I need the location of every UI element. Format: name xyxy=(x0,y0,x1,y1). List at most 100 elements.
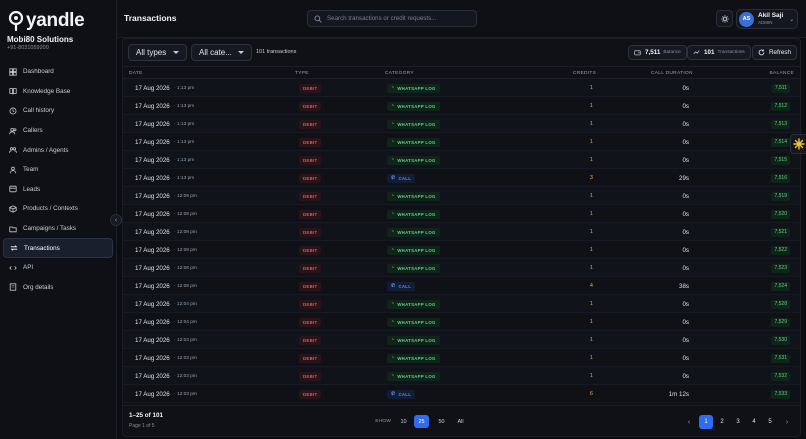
row-call-duration: 0s xyxy=(682,210,689,218)
table-row[interactable]: 17 Aug 2026 · 12:08 pm DEBIT ◔ WHATSAPP LOG 1… xyxy=(123,223,800,241)
type-filter-select[interactable]: All types xyxy=(128,44,187,61)
table-row[interactable]: 17 Aug 2026 · 12:08 pm DEBIT ◔ WHATSAPP LOG 1… xyxy=(123,241,800,259)
sidebar-item-org[interactable]: Org details xyxy=(3,278,113,298)
row-time: · 1:13 pm xyxy=(174,157,195,163)
row-date: 17 Aug 2026 xyxy=(135,156,170,164)
theme-toggle-button[interactable] xyxy=(716,10,733,27)
row-balance: 7,522 xyxy=(771,245,790,255)
chevron-left-icon: ‹ xyxy=(114,216,118,224)
floating-widget-button[interactable] xyxy=(790,134,806,154)
row-call-duration: 0s xyxy=(682,336,689,344)
user-menu[interactable]: AS Akil Saji ADMIN ⌄ xyxy=(736,9,798,29)
users-icon xyxy=(8,126,17,135)
table-row[interactable]: 17 Aug 2026 · 12:04 pm DEBIT ◔ WHATSAPP LOG 1… xyxy=(123,313,800,331)
table-row[interactable]: 17 Aug 2026 · 12:03 pm DEBIT ✆ CALL 6 1m 12s 7,… xyxy=(123,385,800,403)
table-row[interactable]: 17 Aug 2026 · 12:03 pm DEBIT ◔ WHATSAPP LOG 1… xyxy=(123,349,800,367)
row-time: · 12:03 pm xyxy=(174,373,197,379)
type-badge: DEBIT xyxy=(299,371,322,381)
sidebar-collapse-button[interactable]: ‹ xyxy=(110,214,122,226)
sidebar-item-label: Org details xyxy=(23,283,54,291)
row-date: 17 Aug 2026 xyxy=(135,372,170,380)
page-size-10[interactable]: 10 xyxy=(396,415,411,428)
sidebar-item-label: Knowledge Base xyxy=(23,87,71,95)
column-balance[interactable]: BALANCE xyxy=(770,71,795,76)
next-page-button[interactable]: › xyxy=(780,415,794,429)
whatsapp-icon: ◔ xyxy=(391,355,395,361)
sidebar-item-campaigns[interactable]: Campaigns / Tasks xyxy=(3,219,113,239)
page-4-button[interactable]: 4 xyxy=(747,415,761,429)
row-time: · 12:03 pm xyxy=(174,355,197,361)
pagination-page-of: Page 1 of 5 xyxy=(129,423,155,429)
search-input[interactable] xyxy=(327,15,475,22)
refresh-button[interactable]: Refresh xyxy=(752,45,797,60)
table-row[interactable]: 17 Aug 2026 · 1:13 pm DEBIT ◔ WHATSAPP LOG 1 0… xyxy=(123,97,800,115)
row-date: 17 Aug 2026 xyxy=(135,192,170,200)
row-date: 17 Aug 2026 xyxy=(135,390,170,398)
column-type[interactable]: TYPE xyxy=(295,71,309,76)
table-row[interactable]: 17 Aug 2026 · 12:08 pm DEBIT ✆ CALL 4 38s 7,524 xyxy=(123,277,800,295)
box-icon xyxy=(8,204,17,213)
table-row[interactable]: 17 Aug 2026 · 12:03 pm DEBIT ◔ WHATSAPP LOG 1… xyxy=(123,331,800,349)
sidebar-item-api[interactable]: API xyxy=(3,258,113,278)
row-credits: 1 xyxy=(589,265,593,271)
page-size-50[interactable]: 50 xyxy=(434,415,449,428)
sidebar-item-call-history[interactable]: Call history xyxy=(3,101,113,121)
row-date: 17 Aug 2026 xyxy=(135,300,170,308)
table-row[interactable]: 17 Aug 2026 · 1:13 pm DEBIT ✆ CALL 3 29s 7,516 xyxy=(123,169,800,187)
sidebar-item-label: Transactions xyxy=(24,244,60,252)
row-date: 17 Aug 2026 xyxy=(135,228,170,236)
sidebar-item-products[interactable]: Products / Contexts xyxy=(3,199,113,219)
row-time: · 1:13 pm xyxy=(174,139,195,145)
page-3-button[interactable]: 3 xyxy=(731,415,745,429)
whatsapp-icon: ◔ xyxy=(391,139,395,145)
transaction-count: 101 transactions xyxy=(256,49,297,55)
type-badge: DEBIT xyxy=(299,353,322,363)
row-time: · 12:09 pm xyxy=(174,193,197,199)
caret-down-icon xyxy=(238,51,244,54)
org-icon xyxy=(8,283,17,292)
table-row[interactable]: 17 Aug 2026 · 12:04 pm DEBIT ◔ WHATSAPP LOG 1… xyxy=(123,295,800,313)
page-size-25[interactable]: 25 xyxy=(414,415,429,428)
page-5-button[interactable]: 5 xyxy=(763,415,777,429)
column-credits[interactable]: CREDITS xyxy=(573,71,596,76)
table-row[interactable]: 17 Aug 2026 · 12:08 pm DEBIT ◔ WHATSAPP LOG 1… xyxy=(123,259,800,277)
sidebar-item-callers[interactable]: Callers xyxy=(3,121,113,141)
category-label: WHATSAPP LOG xyxy=(397,193,436,199)
phone-icon: ✆ xyxy=(391,283,396,289)
phone-icon: ✆ xyxy=(391,391,396,397)
table-row[interactable]: 17 Aug 2026 · 1:13 pm DEBIT ◔ WHATSAPP LOG 1 0… xyxy=(123,133,800,151)
category-filter-select[interactable]: All cate... xyxy=(191,44,252,61)
sidebar-item-leads[interactable]: Leads xyxy=(3,180,113,200)
sidebar-item-dashboard[interactable]: Dashboard xyxy=(3,62,113,82)
column-call-duration[interactable]: CALL DURATION xyxy=(651,71,693,76)
prev-page-button[interactable]: ‹ xyxy=(682,415,696,429)
table-row[interactable]: 17 Aug 2026 · 12:03 pm DEBIT ◔ WHATSAPP LOG 1… xyxy=(123,367,800,385)
type-badge: DEBIT xyxy=(299,119,322,129)
sidebar-item-admins[interactable]: Admins / Agents xyxy=(3,140,113,160)
row-balance: 7,523 xyxy=(771,263,790,273)
balance-value: 7,511 xyxy=(645,49,661,56)
table-row[interactable]: 17 Aug 2026 · 1:13 pm DEBIT ◔ WHATSAPP LOG 1 0… xyxy=(123,115,800,133)
row-time: · 12:08 pm xyxy=(174,247,197,253)
category-badge: ◔ WHATSAPP LOG xyxy=(387,227,440,237)
category-label: WHATSAPP LOG xyxy=(397,337,436,343)
sidebar-item-transactions[interactable]: Transactions xyxy=(3,238,113,258)
table-row[interactable]: 17 Aug 2026 · 12:08 pm DEBIT ◔ WHATSAPP LOG 1… xyxy=(123,205,800,223)
page-size-all[interactable]: All xyxy=(453,415,468,428)
sidebar-item-knowledge[interactable]: Knowledge Base xyxy=(3,82,113,102)
column-date[interactable]: DATE xyxy=(129,71,143,76)
page-2-button[interactable]: 2 xyxy=(715,415,729,429)
sidebar-item-label: Call history xyxy=(23,107,55,115)
brand-logo[interactable]: yandle xyxy=(8,10,85,32)
avatar: AS xyxy=(739,11,754,27)
pagination-range: 1–25 of 101 xyxy=(129,412,163,419)
column-category[interactable]: CATEGORY xyxy=(385,71,414,76)
row-balance: 7,520 xyxy=(771,209,790,219)
table-row[interactable]: 17 Aug 2026 · 12:09 pm DEBIT ◔ WHATSAPP LOG 1… xyxy=(123,187,800,205)
table-row[interactable]: 17 Aug 2026 · 1:13 pm DEBIT ◔ WHATSAPP LOG 1 0… xyxy=(123,151,800,169)
whatsapp-icon: ◔ xyxy=(391,157,395,163)
search-box[interactable] xyxy=(307,10,477,27)
table-row[interactable]: 17 Aug 2026 · 1:13 pm DEBIT ◔ WHATSAPP LOG 1 0… xyxy=(123,79,800,97)
page-1-button[interactable]: 1 xyxy=(699,415,713,429)
sidebar-item-team[interactable]: Team xyxy=(3,160,113,180)
